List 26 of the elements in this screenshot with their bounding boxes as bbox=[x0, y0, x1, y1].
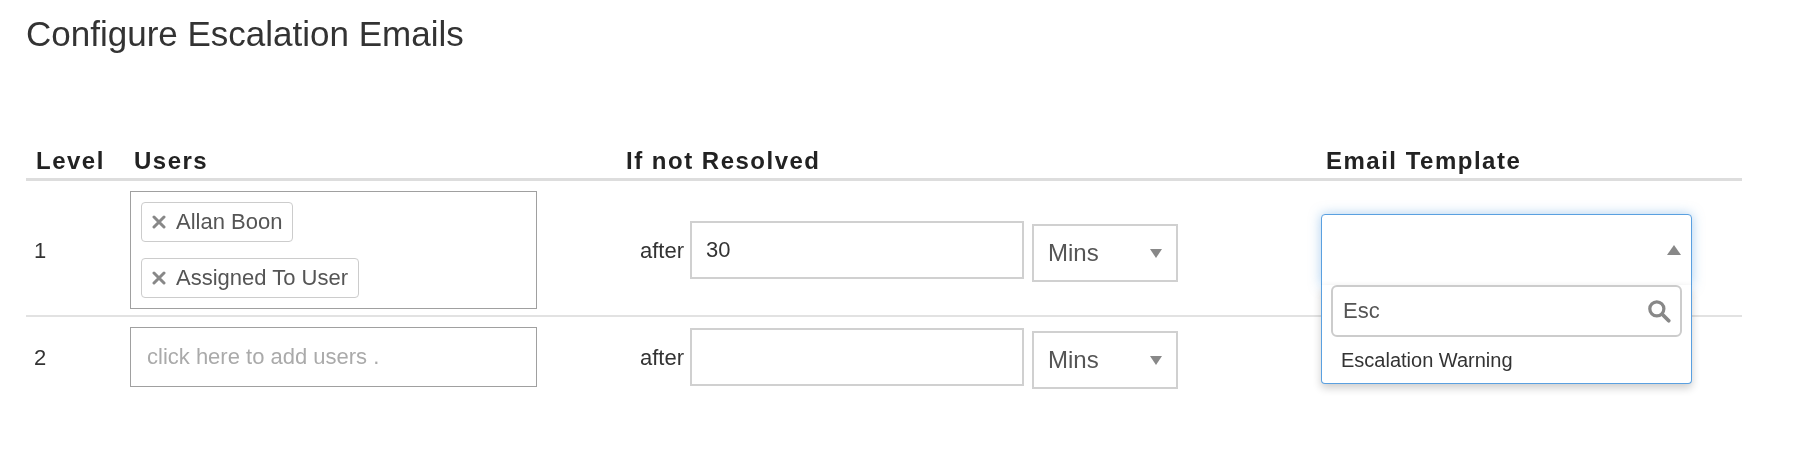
search-icon bbox=[1646, 298, 1672, 324]
level-number: 1 bbox=[33, 236, 47, 265]
duration-field[interactable]: 30 bbox=[690, 221, 1025, 279]
caret-up-icon bbox=[1667, 245, 1681, 255]
remove-icon[interactable] bbox=[152, 271, 166, 285]
caret-down-icon bbox=[1150, 355, 1163, 365]
search-field[interactable]: Esc bbox=[1331, 285, 1682, 337]
dropdown-option[interactable]: Escalation Warning bbox=[1331, 337, 1682, 375]
column-header: If not Resolved bbox=[625, 148, 822, 174]
column-header: Email Template bbox=[1325, 148, 1523, 174]
after-label: after bbox=[640, 343, 685, 372]
user-tag[interactable]: Allan Boon bbox=[141, 202, 294, 242]
level-number: 2 bbox=[33, 343, 47, 372]
duration-field[interactable] bbox=[690, 328, 1025, 386]
template-select[interactable] bbox=[1321, 214, 1692, 286]
after-label: after bbox=[640, 236, 685, 265]
user-tag[interactable]: Assigned To User bbox=[141, 258, 359, 298]
page-title: Configure Escalation Emails bbox=[26, 13, 465, 55]
caret-down-icon bbox=[1150, 248, 1163, 258]
users-field[interactable]: click here to add users . bbox=[130, 327, 537, 387]
users-field[interactable]: Allan Boon Assigned To User bbox=[130, 191, 537, 309]
column-header: Users bbox=[133, 148, 210, 174]
remove-icon[interactable] bbox=[152, 215, 166, 229]
unit-select[interactable]: Mins bbox=[1032, 224, 1179, 282]
column-header: Level bbox=[35, 148, 106, 174]
unit-select[interactable]: Mins bbox=[1032, 331, 1179, 389]
